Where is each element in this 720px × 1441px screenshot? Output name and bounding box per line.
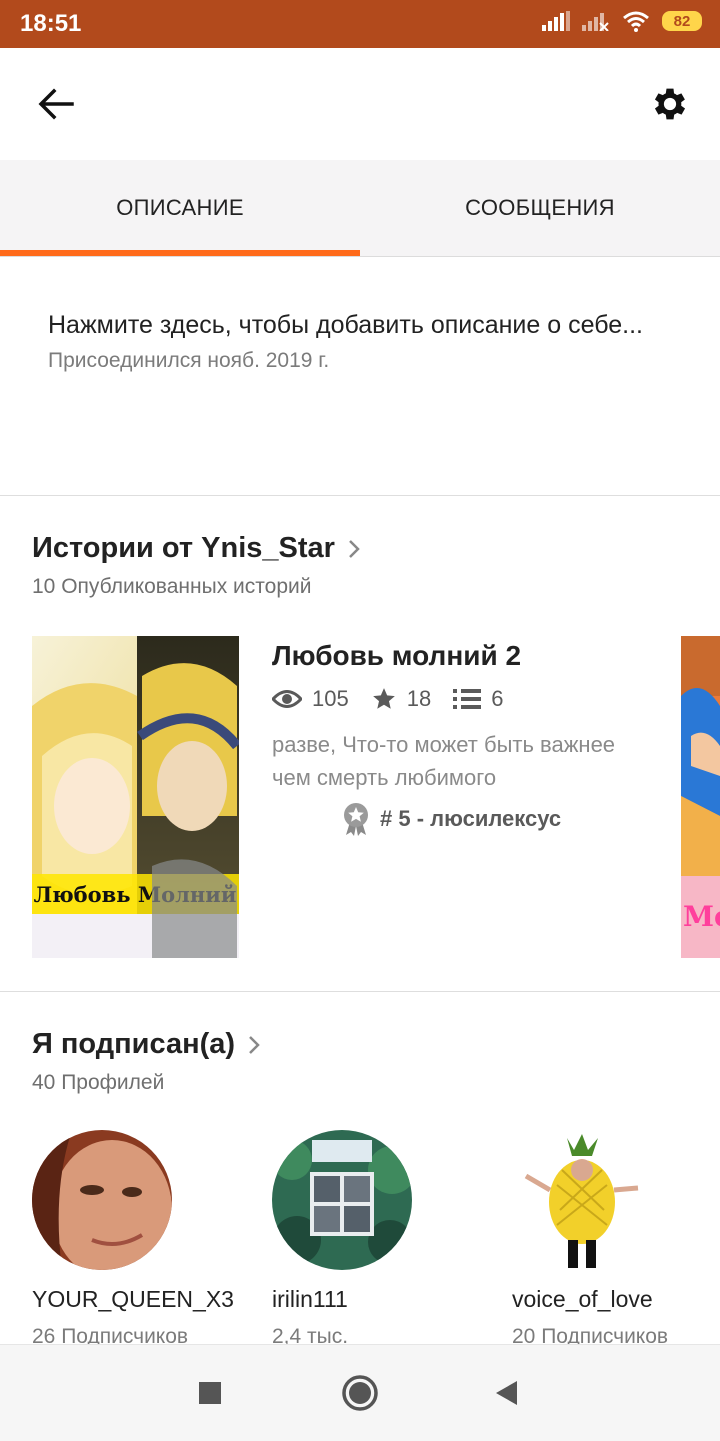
story-rank: # 5 - люсилексус [342, 802, 561, 836]
rank-badge-icon [344, 803, 368, 836]
story-rank-label: # 5 - люсилексус [380, 806, 562, 831]
avatar[interactable] [32, 1130, 172, 1270]
profile-card[interactable]: irilin111 2,4 тыс. [272, 1130, 492, 1349]
next-story-cover[interactable]: Мо [681, 636, 720, 958]
tab-messages[interactable]: СООБЩЕНИЯ [360, 160, 720, 256]
stories-count: 10 Опубликованных историй [32, 575, 312, 598]
eye-icon [272, 690, 302, 708]
profile-name: irilin111 [272, 1286, 348, 1312]
divider [0, 495, 720, 496]
profile-card[interactable]: YOUR_QUEEN_X3 26 Подписчиков [32, 1130, 252, 1349]
status-bar: 18:51 82 [0, 0, 720, 48]
back-triangle-icon [496, 1381, 517, 1405]
active-tab-indicator [0, 250, 360, 256]
home-button[interactable] [340, 1373, 380, 1413]
back-button[interactable] [30, 78, 82, 130]
recent-apps-button[interactable] [190, 1373, 230, 1413]
chevron-right-icon [249, 1035, 260, 1054]
list-icon [453, 689, 482, 709]
tab-description[interactable]: ОПИСАНИЕ [0, 160, 360, 256]
nav-back-button[interactable] [486, 1373, 526, 1413]
star-icon [372, 688, 395, 709]
following-count: 40 Профилей [32, 1071, 165, 1094]
stories-title: Истории от Ynis_Star [32, 532, 335, 564]
divider [0, 991, 720, 992]
next-story-cover-image: Мо [681, 636, 720, 958]
chevron-right-icon [349, 539, 360, 558]
profile-description[interactable]: Нажмите здесь, чтобы добавить описание о… [48, 305, 678, 373]
story-parts: 6 [491, 686, 504, 711]
tab-bar: ОПИСАНИЕ СООБЩЕНИЯ [0, 160, 720, 257]
profile-card[interactable]: voice_of_love 20 Подписчиков [512, 1130, 720, 1349]
avatar[interactable] [272, 1130, 412, 1270]
following-heading[interactable]: Я подписан(а) [32, 1028, 261, 1061]
settings-button[interactable] [644, 78, 696, 130]
home-icon [342, 1375, 378, 1411]
story-cover[interactable]: Любовь Молний [32, 636, 239, 958]
signal-icon [582, 13, 609, 31]
avatar[interactable] [512, 1130, 652, 1270]
arrow-left-icon [38, 88, 74, 120]
story-cover-image: Любовь Молний [32, 636, 239, 958]
next-story-cover-title: Мо [683, 900, 720, 933]
story-description: разве, Что-то может быть важнее чем смер… [272, 732, 616, 790]
gear-icon [654, 88, 686, 120]
following-title: Я подписан(а) [32, 1028, 236, 1060]
status-time: 18:51 [20, 10, 82, 37]
story-title[interactable]: Любовь молний 2 [272, 640, 521, 672]
system-nav-bar [0, 1344, 720, 1441]
recent-apps-icon [199, 1382, 221, 1404]
battery-icon: 82 [662, 11, 702, 31]
signal-icon [542, 11, 570, 31]
profile-name: voice_of_love [512, 1286, 653, 1312]
profile-name: YOUR_QUEEN_X3 [32, 1286, 234, 1312]
story-votes: 18 [406, 686, 432, 711]
status-icons: 82 [542, 10, 702, 32]
wifi-icon [623, 11, 649, 32]
joined-date: Присоединился нояб. 2019 г. [48, 349, 330, 372]
stories-heading[interactable]: Истории от Ynis_Star [32, 532, 361, 565]
story-stats: 105 18 6 [272, 686, 503, 712]
app-bar [0, 48, 720, 160]
story-views: 105 [312, 686, 349, 711]
description-prompt[interactable]: Нажмите здесь, чтобы добавить описание о… [48, 305, 678, 345]
